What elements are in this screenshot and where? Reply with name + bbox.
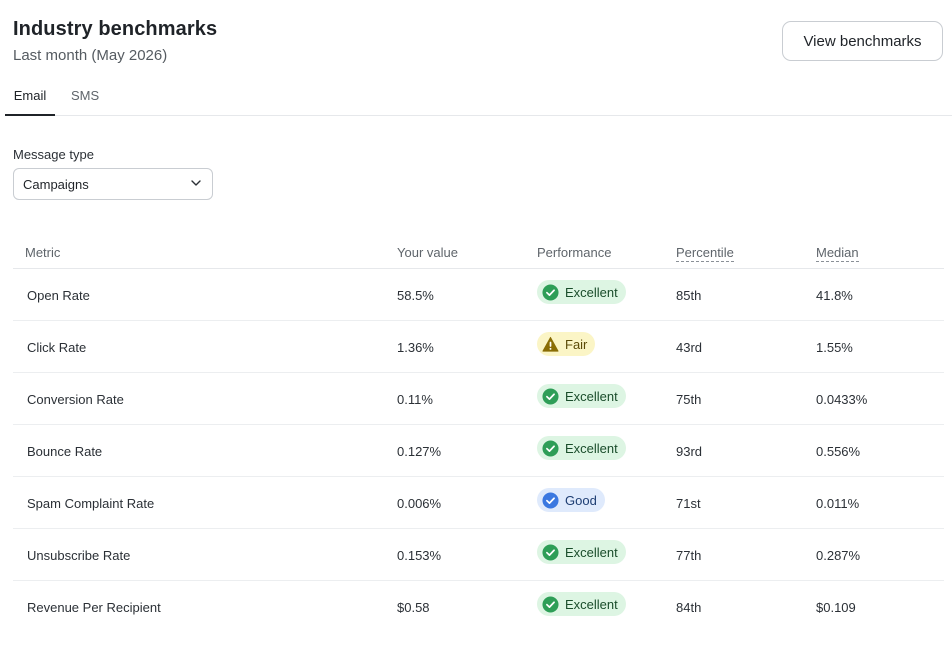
table-row: Spam Complaint Rate 0.006% Good 71st 0.011% — [13, 477, 944, 529]
table-row: Bounce Rate 0.127% Excellent 93rd 0.556% — [13, 425, 944, 477]
table-row: Open Rate 58.5% Excellent 85th 41.8% — [13, 269, 944, 321]
percentile-value: 93rd — [676, 443, 703, 459]
metric-name: Revenue Per Recipient — [27, 599, 161, 615]
median-value: 0.011% — [816, 495, 860, 511]
performance-label: Excellent — [565, 596, 618, 612]
column-header-performance: Performance — [537, 245, 612, 260]
check-circle-icon — [542, 283, 559, 301]
performance-cell: Good — [537, 477, 605, 529]
percentile-value: 85th — [676, 287, 702, 303]
your-value: $0.58 — [397, 599, 430, 615]
check-circle-icon — [542, 387, 559, 405]
message-type-value: Campaigns — [23, 176, 89, 192]
performance-badge: Excellent — [537, 280, 626, 304]
tab-email[interactable]: Email — [5, 80, 55, 116]
your-value: 58.5% — [397, 287, 434, 303]
percentile-value: 84th — [676, 599, 702, 615]
table-row: Click Rate 1.36% Fair 43rd 1.55% — [13, 321, 944, 373]
metric-name: Conversion Rate — [27, 391, 124, 407]
check-circle-icon — [542, 543, 559, 561]
check-circle-icon — [542, 595, 559, 613]
column-header-median[interactable]: Median — [816, 245, 859, 262]
performance-badge: Excellent — [537, 384, 626, 408]
performance-cell: Excellent — [537, 373, 626, 425]
performance-badge: Good — [537, 488, 605, 512]
metric-name: Bounce Rate — [27, 443, 103, 459]
your-value: 0.006% — [397, 495, 442, 511]
median-value: 0.287% — [816, 547, 861, 563]
median-value: $0.109 — [816, 599, 856, 615]
metric-name: Open Rate — [27, 287, 90, 303]
your-value: 0.153% — [397, 547, 442, 563]
warning-triangle-icon — [542, 336, 559, 352]
message-type-select[interactable]: Campaigns — [13, 168, 213, 200]
performance-cell: Excellent — [537, 581, 626, 633]
median-value: 1.55% — [816, 339, 853, 355]
percentile-value: 43rd — [676, 339, 703, 355]
median-value: 0.0433% — [816, 391, 868, 407]
performance-badge: Fair — [537, 332, 596, 356]
column-header-percentile[interactable]: Percentile — [676, 245, 734, 262]
performance-label: Excellent — [565, 544, 618, 560]
column-header-your-value: Your value — [397, 245, 458, 260]
table-row: Unsubscribe Rate 0.153% Excellent 77th 0.287… — [13, 529, 944, 581]
message-type-label: Message type — [13, 147, 94, 162]
performance-label: Excellent — [565, 388, 618, 404]
percentile-value: 77th — [676, 547, 702, 563]
performance-label: Good — [565, 492, 597, 508]
metric-name: Spam Complaint Rate — [27, 495, 155, 511]
performance-cell: Excellent — [537, 529, 626, 581]
performance-badge: Excellent — [537, 540, 626, 564]
chevron-down-icon — [191, 180, 201, 186]
your-value: 0.11% — [397, 391, 433, 407]
percentile-value: 71st — [676, 495, 701, 511]
page-title: Industry benchmarks — [13, 18, 218, 40]
performance-cell: Excellent — [537, 269, 626, 321]
table-header: Metric Your value Performance Percentile… — [13, 236, 944, 269]
metric-name: Unsubscribe Rate — [27, 547, 131, 563]
tab-sms[interactable]: SMS — [71, 80, 99, 116]
median-value: 0.556% — [816, 443, 861, 459]
metric-name: Click Rate — [27, 339, 87, 355]
your-value: 0.127% — [397, 443, 442, 459]
table-row: Conversion Rate 0.11% Excellent 75th 0.0433% — [13, 373, 944, 425]
your-value: 1.36% — [397, 339, 434, 355]
tab-bar: Email SMS — [5, 80, 952, 116]
column-header-metric: Metric — [25, 245, 61, 260]
view-benchmarks-button[interactable]: View benchmarks — [782, 21, 943, 61]
check-circle-icon — [542, 491, 559, 509]
page-subtitle: Last month (May 2026) — [13, 47, 168, 64]
table-body: Open Rate 58.5% Excellent 85th 41.8% Click Ra… — [13, 269, 944, 633]
table-row: Revenue Per Recipient $0.58 Excellent 84th $… — [13, 581, 944, 633]
performance-label: Excellent — [565, 440, 618, 456]
performance-label: Fair — [565, 336, 588, 352]
check-circle-icon — [542, 439, 559, 457]
performance-badge: Excellent — [537, 592, 626, 616]
performance-label: Excellent — [565, 284, 618, 300]
percentile-value: 75th — [676, 391, 702, 407]
performance-cell: Fair — [537, 321, 596, 373]
median-value: 41.8% — [816, 287, 853, 303]
benchmarks-table: Metric Your value Performance Percentile… — [13, 236, 944, 633]
performance-cell: Excellent — [537, 425, 626, 477]
performance-badge: Excellent — [537, 436, 626, 460]
